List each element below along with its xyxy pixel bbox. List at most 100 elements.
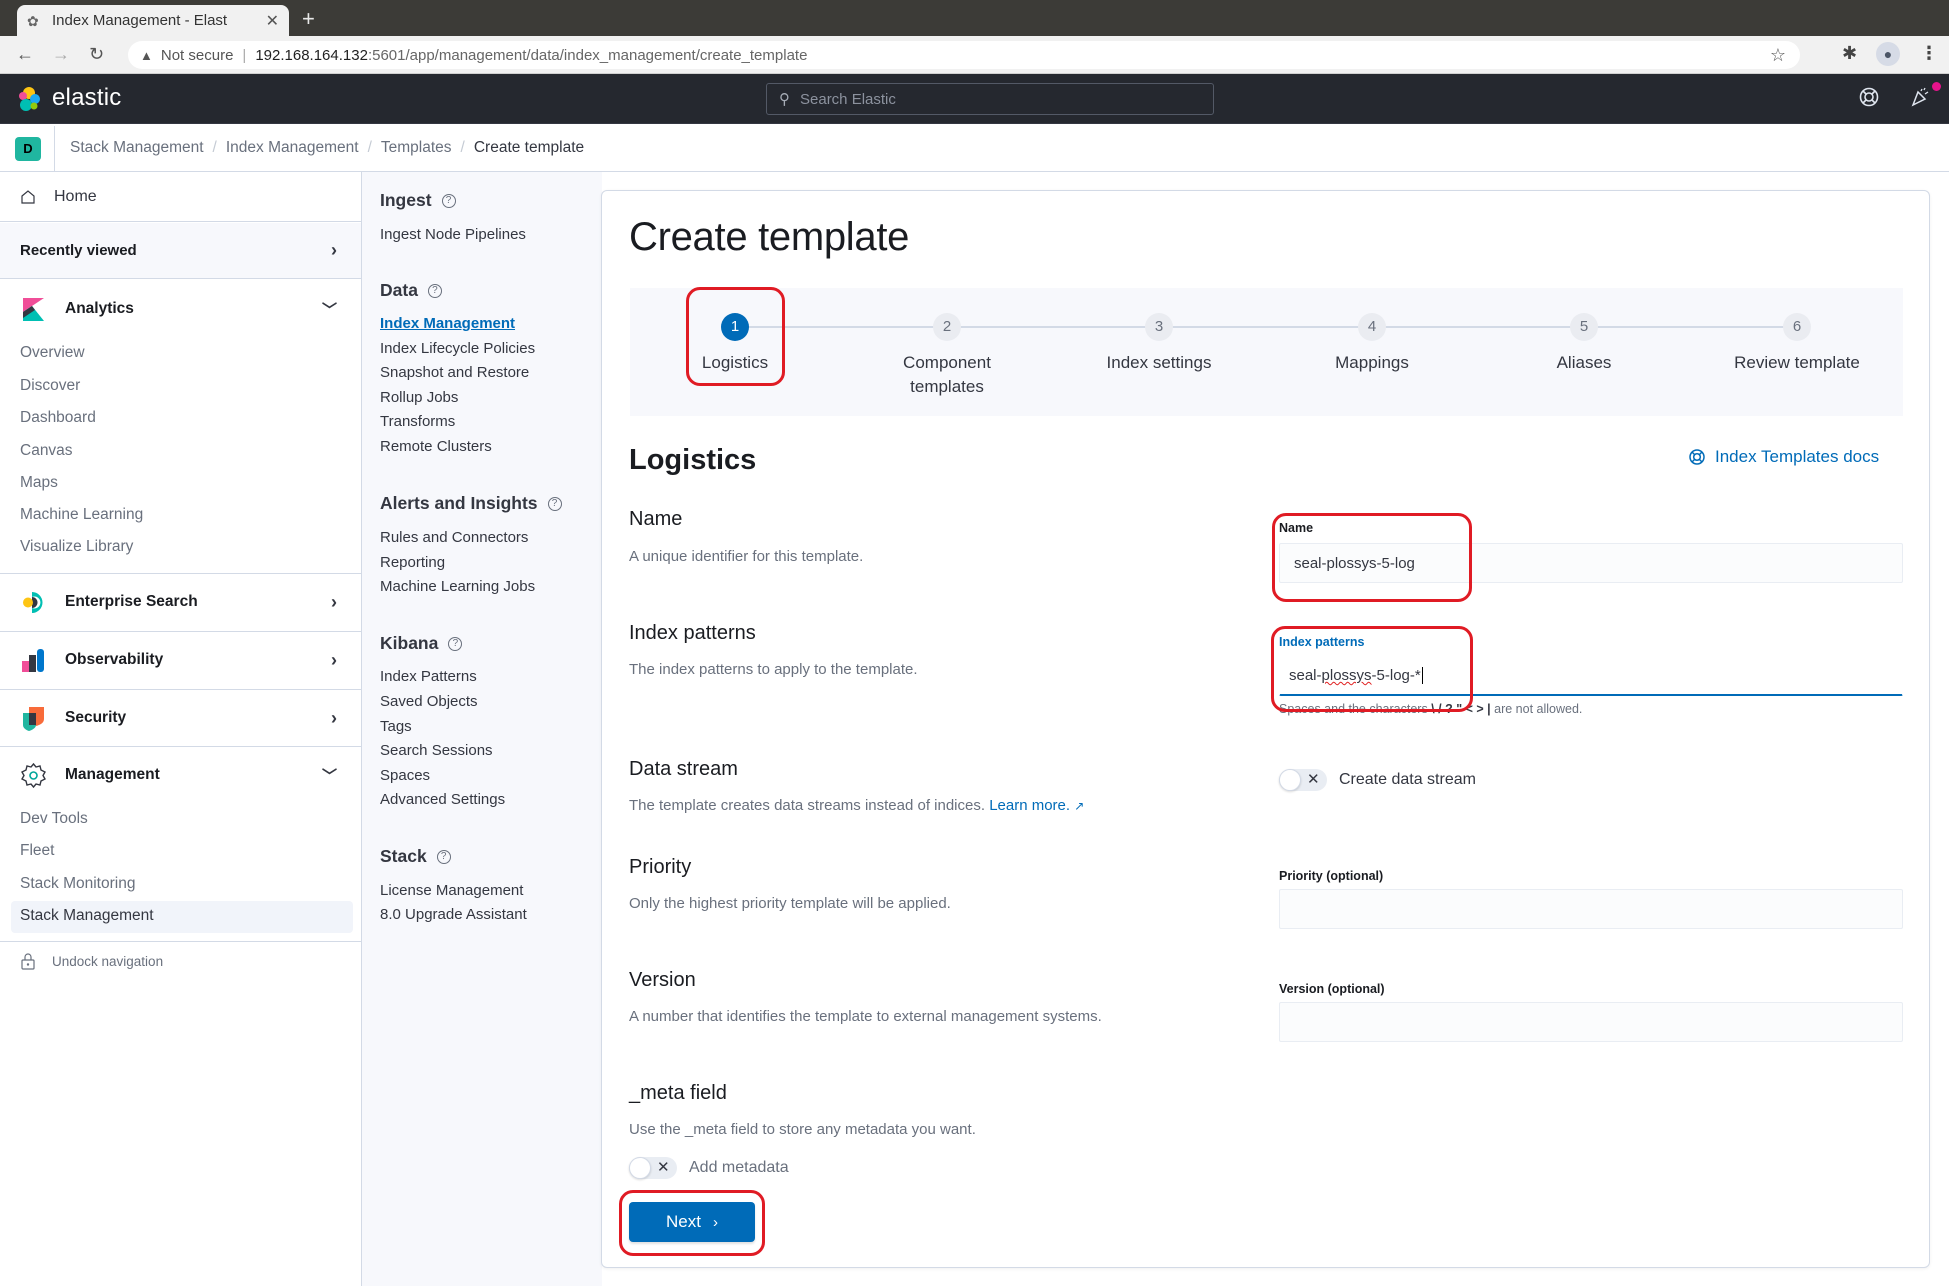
nav-visualize-library[interactable]: Visualize Library (20, 538, 133, 556)
mgmt-nav-snapshot-restore[interactable]: Snapshot and Restore (380, 364, 529, 381)
mgmt-nav-saved-objects[interactable]: Saved Objects (380, 693, 478, 710)
help-icon[interactable]: ? (441, 193, 456, 208)
nav-group-analytics[interactable]: Analytics ﹀ (0, 280, 361, 338)
close-tab-icon[interactable]: ✕ (266, 11, 279, 31)
forward-icon[interactable]: → (52, 44, 70, 65)
help-icon[interactable]: ? (448, 636, 463, 651)
step-number: 2 (933, 313, 961, 341)
mgmt-nav-rollup-jobs[interactable]: Rollup Jobs (380, 389, 458, 406)
nav-canvas[interactable]: Canvas (20, 442, 73, 460)
mgmt-section-data: Data? (380, 280, 442, 301)
add-metadata-toggle[interactable]: ✕ Add metadata (629, 1157, 789, 1179)
mgmt-section-ingest: Ingest? (380, 190, 456, 211)
home-icon (21, 189, 35, 204)
elastic-wordmark[interactable]: elastic (52, 84, 121, 112)
nav-group-observability[interactable]: Observability › (0, 631, 361, 689)
mgmt-nav-rules-connectors[interactable]: Rules and Connectors (380, 529, 528, 546)
mgmt-nav-upgrade-assistant[interactable]: 8.0 Upgrade Assistant (380, 906, 527, 923)
extensions-puzzle-icon[interactable]: ✱ (1842, 43, 1857, 64)
nav-group-enterprise-search[interactable]: Enterprise Search › (0, 573, 361, 631)
browser-menu-icon[interactable]: ⋮ (1920, 43, 1938, 64)
cross-icon: ✕ (1307, 771, 1320, 788)
security-label: Security (65, 709, 127, 726)
back-icon[interactable]: ← (16, 44, 34, 65)
step-aliases[interactable]: 5 Aliases (1484, 313, 1684, 375)
version-input[interactable] (1279, 1002, 1903, 1042)
kibana-favicon-icon: ✿ (27, 12, 39, 29)
step-index-settings[interactable]: 3 Index settings (1059, 313, 1259, 375)
data-stream-description: The template creates data streams instea… (629, 797, 1084, 814)
nav-dashboard[interactable]: Dashboard (20, 409, 96, 427)
section-title: Alerts and Insights (380, 493, 538, 513)
mgmt-nav-index-patterns[interactable]: Index Patterns (380, 668, 477, 685)
reload-icon[interactable]: ↻ (89, 44, 104, 65)
step-component-templates[interactable]: 2 Component templates (847, 313, 1047, 399)
breadcrumb-templates[interactable]: Templates (381, 139, 452, 157)
nav-home[interactable]: Home (0, 172, 361, 222)
nav-stack-management[interactable]: Stack Management (20, 907, 154, 925)
observability-icon (22, 648, 44, 672)
learn-more-link[interactable]: Learn more. ↗ (989, 797, 1084, 814)
mgmt-nav-reporting[interactable]: Reporting (380, 554, 445, 571)
bookmark-star-icon[interactable]: ☆ (1770, 45, 1786, 66)
nav-overview[interactable]: Overview (20, 344, 85, 362)
browser-tab-bar (0, 0, 1949, 36)
help-icon[interactable]: ? (547, 496, 562, 511)
step-mappings[interactable]: 4 Mappings (1272, 313, 1472, 375)
newsfeed-cheer-icon[interactable] (1909, 86, 1931, 108)
new-tab-button[interactable]: + (302, 6, 315, 32)
mgmt-nav-ingest-node-pipelines[interactable]: Ingest Node Pipelines (380, 226, 526, 243)
mgmt-nav-index-lifecycle-policies[interactable]: Index Lifecycle Policies (380, 340, 535, 357)
index-templates-docs-link[interactable]: Index Templates docs (1688, 447, 1879, 467)
help-icon[interactable]: ? (436, 849, 451, 864)
nav-maps[interactable]: Maps (20, 474, 58, 492)
security-status: Not secure (160, 46, 234, 64)
nav-recently-viewed[interactable]: Recently viewed › (0, 223, 361, 279)
switch-track: ✕ (629, 1157, 677, 1179)
breadcrumb-stack-management[interactable]: Stack Management (70, 139, 204, 157)
analytics-kibana-icon (23, 297, 44, 321)
profile-avatar-icon[interactable]: ● (1876, 42, 1900, 66)
nav-dev-tools[interactable]: Dev Tools (20, 810, 88, 828)
nav-group-management[interactable]: Management ﹀ (0, 746, 361, 804)
version-label: Version (optional) (1279, 982, 1385, 996)
mgmt-nav-remote-clusters[interactable]: Remote Clusters (380, 438, 492, 455)
step-number: 5 (1570, 313, 1598, 341)
management-label: Management (65, 766, 160, 783)
global-search-input[interactable]: ⚲ Search Elastic (766, 83, 1214, 115)
priority-input[interactable] (1279, 889, 1903, 929)
nav-discover[interactable]: Discover (20, 377, 80, 395)
breadcrumb-index-management[interactable]: Index Management (226, 139, 359, 157)
mgmt-nav-advanced-settings[interactable]: Advanced Settings (380, 791, 505, 808)
step-number: 6 (1783, 313, 1811, 341)
mgmt-nav-tags[interactable]: Tags (380, 718, 412, 735)
url-field[interactable]: ▲ Not secure | 192.168.164.132 :5601/app… (128, 41, 1800, 69)
mgmt-nav-spaces[interactable]: Spaces (380, 767, 430, 784)
browser-tab[interactable]: ✿ Index Management - Elast ✕ (17, 5, 289, 36)
nav-machine-learning[interactable]: Machine Learning (20, 506, 143, 524)
mgmt-nav-ml-jobs[interactable]: Machine Learning Jobs (380, 578, 535, 595)
mgmt-nav-license-management[interactable]: License Management (380, 882, 523, 899)
annotation-highlight-next (619, 1190, 765, 1256)
undock-navigation-button[interactable]: Undock navigation (20, 952, 163, 970)
notification-dot (1932, 82, 1941, 91)
elastic-logo-icon[interactable] (16, 86, 42, 112)
annotation-highlight-index-patterns (1271, 626, 1473, 712)
warning-icon: ▲ (140, 47, 153, 63)
undock-label: Undock navigation (52, 953, 164, 969)
mgmt-nav-search-sessions[interactable]: Search Sessions (380, 742, 493, 759)
mgmt-nav-index-management[interactable]: Index Management (380, 315, 515, 332)
space-avatar[interactable]: D (15, 137, 41, 161)
nav-group-security[interactable]: Security › (0, 689, 361, 747)
create-data-stream-toggle[interactable]: ✕ Create data stream (1279, 769, 1476, 791)
step-review-template[interactable]: 6 Review template (1697, 313, 1897, 375)
mgmt-nav-transforms[interactable]: Transforms (380, 413, 455, 430)
help-icon[interactable]: ? (427, 283, 442, 298)
priority-heading: Priority (629, 856, 692, 878)
nav-fleet[interactable]: Fleet (20, 842, 54, 860)
search-icon: ⚲ (779, 91, 790, 108)
annotation-highlight-step (686, 287, 785, 386)
nav-stack-monitoring[interactable]: Stack Monitoring (20, 875, 135, 893)
help-lifebuoy-icon[interactable] (1858, 86, 1880, 108)
breadcrumb-divider (54, 126, 55, 172)
